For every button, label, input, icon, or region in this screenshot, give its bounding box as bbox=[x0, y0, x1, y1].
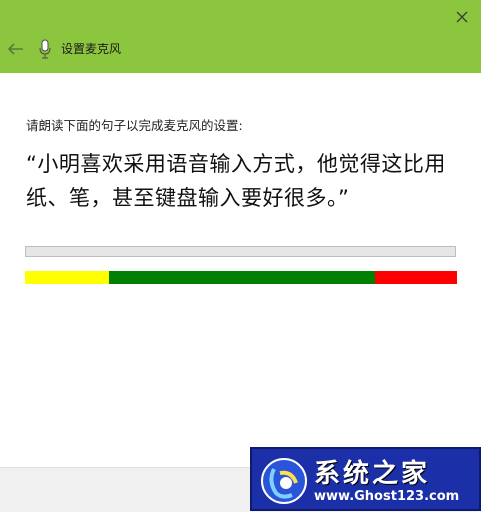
reading-sentence: “小明喜欢采用语音输入方式，他觉得这比用纸、笔，甚至键盘输入要好很多。” bbox=[26, 152, 446, 210]
window-title: 设置麦克风 bbox=[61, 42, 122, 56]
window-titlebar: 设置麦克风 bbox=[0, 0, 481, 73]
close-button[interactable] bbox=[449, 4, 475, 30]
mic-level-meter bbox=[25, 271, 457, 284]
level-segment-good bbox=[109, 271, 375, 284]
watermark-emblem-icon bbox=[261, 458, 307, 504]
level-segment-low bbox=[25, 271, 110, 284]
reading-progress-bar bbox=[25, 246, 456, 257]
level-segment-high bbox=[374, 271, 457, 284]
watermark-title: 系统之家 bbox=[314, 459, 431, 489]
watermark-logo: 系统之家 www.Ghost123.com bbox=[250, 447, 481, 511]
back-button[interactable] bbox=[4, 38, 28, 60]
microphone-icon bbox=[39, 39, 51, 59]
instruction-text: 请朗读下面的句子以完成麦克风的设置: bbox=[26, 118, 243, 133]
close-icon bbox=[456, 11, 468, 23]
back-arrow-icon bbox=[8, 43, 23, 55]
watermark-url: www.Ghost123.com bbox=[314, 489, 460, 504]
